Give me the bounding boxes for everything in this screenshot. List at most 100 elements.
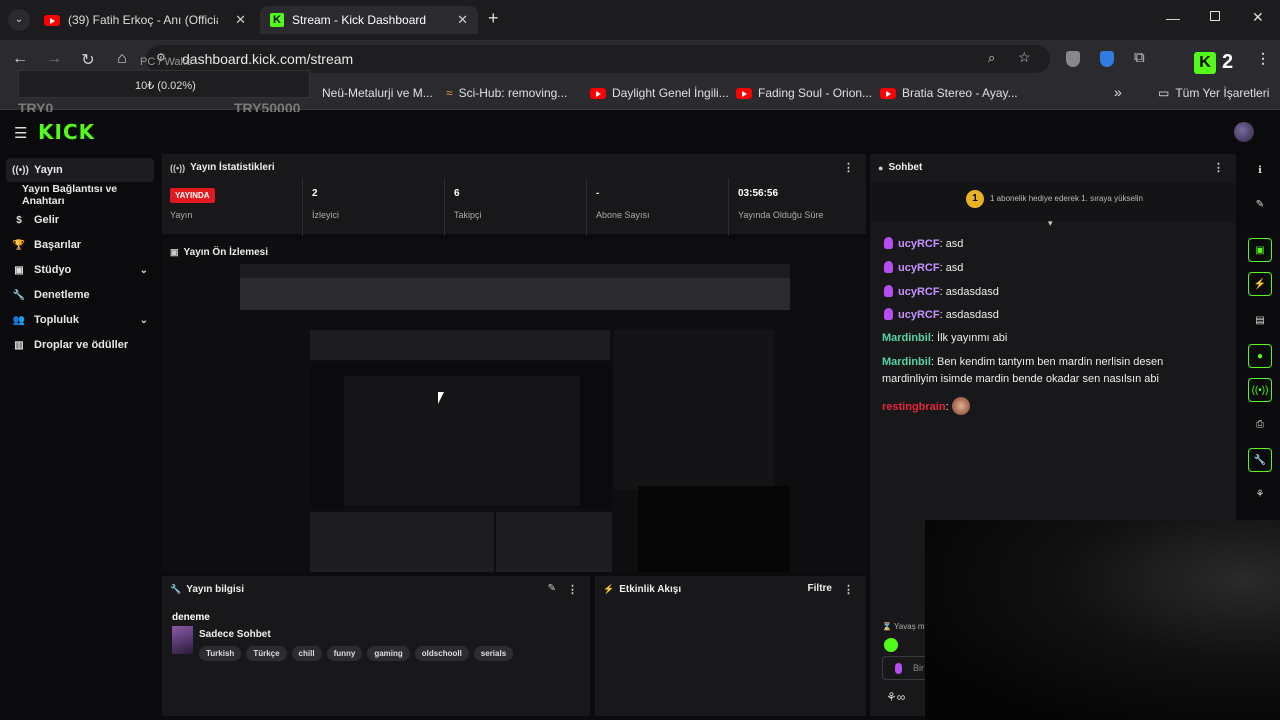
clip-icon[interactable]: ▣ <box>1248 238 1272 262</box>
menu-icon[interactable]: ☰ <box>14 124 27 142</box>
print-icon[interactable]: ⎙ <box>1248 412 1272 436</box>
trophy-icon: 🏆 <box>12 239 26 251</box>
shield-extension-icon[interactable] <box>1066 51 1080 67</box>
sidebar-item-community[interactable]: 👥 Topluluk ⌄ <box>6 308 154 332</box>
stats-icon: ((•)) <box>170 162 186 173</box>
panel-menu-icon[interactable]: ⋮ <box>1213 161 1224 174</box>
youtube-icon <box>590 87 606 99</box>
stream-preview-video[interactable] <box>240 264 790 572</box>
bookmark-item[interactable]: ≈ Sci-Hub: removing... <box>446 86 567 100</box>
drops-icon: ▥ <box>14 339 24 351</box>
quick-actions-rail: ℹ ✎ ▣ ⚡ ▤ ● ((•)) ⎙ 🔧 ⚘ <box>1240 152 1280 522</box>
stat-viewers: 2 İzleyici <box>312 188 340 220</box>
browser-tab-bar: ⌄ (39) Fatih Erkoç - Anı (Official V ✕ K… <box>0 0 1280 40</box>
tab-title: Stream - Kick Dashboard <box>292 13 427 27</box>
forward-icon[interactable]: → <box>44 50 64 68</box>
live-badge: YAYINDA <box>170 188 215 203</box>
divider <box>728 178 729 236</box>
panel-title: ((•)) Yayın İstatistikleri <box>170 162 275 173</box>
all-bookmarks-button[interactable]: ▭ Tüm Yer İşaretleri <box>1158 86 1269 100</box>
tag[interactable]: serials <box>473 646 514 661</box>
browser-tab-kick[interactable]: K Stream - Kick Dashboard ✕ <box>260 6 478 34</box>
divider <box>586 178 587 236</box>
wrench-icon: 🔧 <box>170 584 182 594</box>
tag[interactable]: oldschooll <box>414 646 469 661</box>
chat-message-continuation: mardinliyim isimde mardin bende okadar s… <box>882 373 1159 385</box>
close-tab-icon[interactable]: ✕ <box>457 12 468 28</box>
menu-kebab-icon[interactable]: ⋮ <box>1256 50 1270 67</box>
sidebar-item-drops[interactable]: ▥ Droplar ve ödüller <box>6 333 154 357</box>
maximize-button[interactable] <box>1210 11 1220 21</box>
kick-logo[interactable]: KICK <box>38 120 95 144</box>
extensions-puzzle-icon[interactable]: ⧉ <box>1134 49 1145 66</box>
tag[interactable]: funny <box>326 646 363 661</box>
kick-icon: K <box>270 13 284 27</box>
gift-goal-banner[interactable]: 1 1 abonelik hediye ederek 1. sıraya yük… <box>870 182 1236 222</box>
activity-feed-panel: ⚡ Etkinlik Akışı Filtre ⋮ <box>595 576 866 716</box>
tag[interactable]: chill <box>291 646 322 661</box>
sidebar-item-achievements[interactable]: 🏆 Başarılar <box>6 233 154 257</box>
tag[interactable]: gaming <box>367 646 410 661</box>
preview-stream-info <box>310 512 494 572</box>
zoom-icon[interactable]: ⌕ <box>988 50 995 66</box>
tag[interactable]: Türkçe <box>246 646 287 661</box>
category-name: Sadece Sohbet <box>199 629 271 640</box>
chat-bubble-icon: ● <box>878 162 884 173</box>
panel-menu-icon[interactable]: ⋮ <box>567 583 578 596</box>
youtube-icon <box>44 14 60 26</box>
sidebar-item-moderation[interactable]: 🔧 Denetleme <box>6 283 154 307</box>
kick-extension-icon[interactable]: K <box>1194 52 1216 74</box>
sidebar-item-revenue[interactable]: $ Gelir <box>6 208 154 232</box>
sidebar-item-stream-key[interactable]: Yayın Bağlantısı ve Anahtarı <box>6 183 154 207</box>
minimize-button[interactable]: — <box>1166 10 1180 26</box>
mic-badge-icon <box>884 308 893 320</box>
bookmark-item[interactable]: Neü-Metalurji ve M... <box>322 86 433 100</box>
tab-list-chevron-icon[interactable]: ⌄ <box>8 9 30 31</box>
wrench-icon[interactable]: 🔧 <box>1248 448 1272 472</box>
browser-tab-youtube[interactable]: (39) Fatih Erkoç - Anı (Official V ✕ <box>34 6 256 34</box>
emote-icon[interactable] <box>884 638 898 652</box>
panel-menu-icon[interactable]: ⋮ <box>843 583 854 596</box>
new-tab-button[interactable]: + <box>488 8 499 29</box>
mic-badge-icon <box>884 237 893 249</box>
preview-webcam <box>638 486 790 572</box>
edit-icon[interactable]: ✎ <box>548 583 556 594</box>
preview-chat <box>614 330 774 490</box>
stream-info-panel: 🔧 Yayın bilgisi ✎ ⋮ deneme Sadece Sohbet … <box>162 576 590 716</box>
panel-title: 🔧 Yayın bilgisi <box>170 584 245 595</box>
home-icon[interactable]: ⌂ <box>112 50 132 68</box>
bookmark-star-icon[interactable]: ☆ <box>1018 49 1031 66</box>
back-icon[interactable]: ← <box>10 50 30 68</box>
divider <box>302 178 303 236</box>
sidebar-item-stream[interactable]: ((•)) Yayın <box>6 158 154 182</box>
more-bookmarks-button[interactable]: » <box>1114 84 1122 100</box>
sidebar-item-studio[interactable]: ▣ Stüdyo ⌄ <box>6 258 154 282</box>
bookmark-item[interactable]: Daylight Genel İngili... <box>590 86 729 100</box>
omnibox[interactable]: ⚙ dashboard.kick.com/stream ⌕ ☆ <box>146 45 1050 73</box>
chat-bubble-icon[interactable]: ● <box>1248 344 1272 368</box>
close-window-button[interactable]: ✕ <box>1252 9 1264 26</box>
preview-addressbar <box>240 278 790 298</box>
chevron-down-icon[interactable]: ▾ <box>1048 218 1053 229</box>
edit-icon[interactable]: ✎ <box>1248 192 1272 216</box>
reload-icon[interactable]: ↻ <box>78 50 98 70</box>
lightning-icon[interactable]: ⚡ <box>1248 272 1272 296</box>
broadcast-icon[interactable]: ((•)) <box>1248 378 1272 402</box>
bookmark-item[interactable]: Fading Soul - Orion... <box>736 86 872 100</box>
extensions-icon[interactable]: ⚘ <box>1248 482 1272 506</box>
chevron-down-icon: ⌄ <box>139 314 148 326</box>
panel-menu-icon[interactable]: ⋮ <box>843 161 854 174</box>
chat-settings-icon[interactable]: ⚘∞ <box>886 690 905 704</box>
tag[interactable]: Turkish <box>199 646 242 661</box>
close-tab-icon[interactable]: ✕ <box>235 12 246 28</box>
info-icon[interactable]: ℹ <box>1248 158 1272 182</box>
avatar[interactable] <box>1234 122 1254 142</box>
stat-uptime: 03:56:56 Yayında Olduğu Süre <box>738 188 824 220</box>
filter-button[interactable]: Filtre <box>808 583 832 594</box>
preview-activity <box>496 512 612 572</box>
bookmark-item[interactable]: Bratia Stereo - Ayay... <box>880 86 1018 100</box>
slow-mode-label: ⌛ Yavaş mo <box>882 622 930 631</box>
document-icon[interactable]: ▤ <box>1248 308 1272 332</box>
vpn-extension-icon[interactable] <box>1100 51 1114 67</box>
price-ticker: 10₺ (0.02%) <box>18 70 310 98</box>
